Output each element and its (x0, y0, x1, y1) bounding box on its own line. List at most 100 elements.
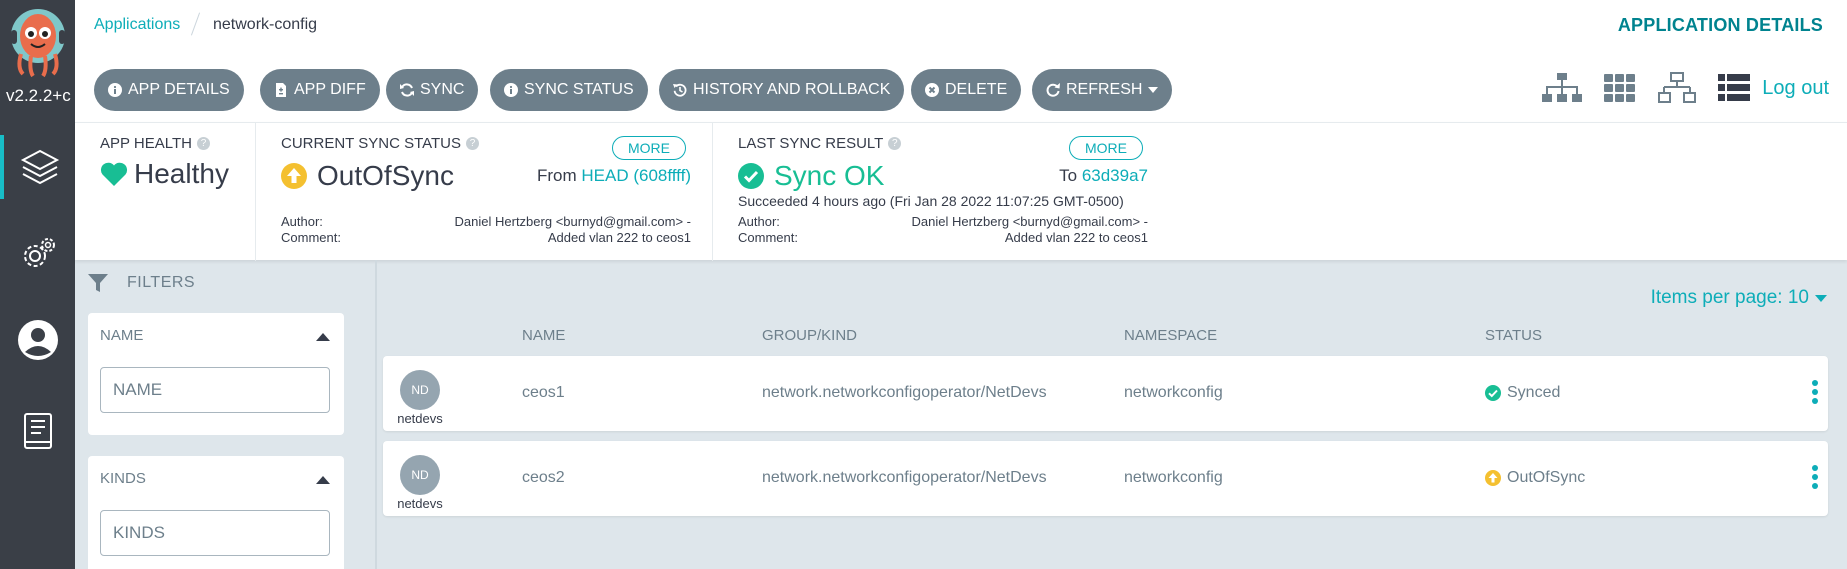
kinds-filter-panel: KINDS (88, 456, 344, 569)
page-title: APPLICATION DETAILS (1617, 15, 1823, 35)
last-sync-label: LAST SYNC RESULT (738, 135, 884, 152)
sync-status-button[interactable]: SYNC STATUS (490, 69, 648, 111)
name-filter-input[interactable] (100, 367, 330, 413)
name-filter-title: NAME (100, 327, 144, 344)
redo-icon (1046, 83, 1060, 97)
last-sync-text: Sync OK (774, 160, 885, 191)
column-header-name: NAME (522, 327, 566, 344)
resource-name: ceos1 (522, 384, 565, 401)
to-revision-link[interactable]: 63d39a7 (1082, 166, 1148, 185)
network-view-button[interactable] (1658, 72, 1697, 104)
tree-view-button[interactable] (1542, 72, 1583, 104)
items-per-page-dropdown[interactable]: Items per page: 10 (1651, 287, 1827, 309)
sidebar-item-user-info[interactable] (0, 308, 75, 372)
version-label: v2.2.2+c (6, 86, 71, 105)
comment-value: Added vlan 222 to ceos1 (1004, 230, 1148, 245)
last-sync-to: To 63d39a7 (1059, 166, 1148, 186)
info-circle-icon (108, 83, 122, 97)
kinds-filter-input[interactable] (100, 510, 330, 556)
column-header-group-kind: GROUP/KIND (762, 327, 858, 344)
filters-header: FILTERS (87, 272, 195, 294)
divider (255, 123, 256, 261)
author-value: Daniel Hertzberg <burnyd@gmail.com> - (911, 214, 1148, 229)
app-health-heading: APP HEALTH ? (100, 135, 229, 152)
history-icon (673, 83, 687, 97)
filters-title: FILTERS (127, 274, 196, 291)
last-sync-section: LAST SYNC RESULT ? MORE Sync OK To 63d39… (738, 135, 1148, 255)
app-details-label: APP DETAILS (128, 81, 230, 98)
resource-name: ceos2 (522, 469, 565, 486)
view-switcher: Log out (1520, 72, 1829, 104)
last-sync-more-button[interactable]: MORE (1069, 136, 1143, 160)
delete-label: DELETE (945, 81, 1008, 98)
resource-kind-label: netdevs (397, 411, 443, 426)
name-filter-panel: NAME (88, 313, 344, 435)
comment-label: Comment: (281, 230, 341, 245)
comment-value: Added vlan 222 to ceos1 (547, 230, 691, 245)
current-sync-from: From HEAD (608ffff) (537, 166, 691, 186)
status-panel: APP HEALTH ? Healthy CURRENT SYNC STATUS… (75, 122, 1847, 261)
column-header-status: STATUS (1485, 327, 1542, 344)
caret-up-icon[interactable] (316, 333, 330, 341)
comment-label: Comment: (738, 230, 798, 245)
app-details-button[interactable]: APP DETAILS (94, 69, 244, 111)
row-menu-button[interactable] (1811, 465, 1819, 493)
author-label: Author: (738, 214, 780, 229)
current-sync-status: OutOfSync (281, 160, 454, 192)
arrow-circle-up-icon (1485, 470, 1501, 486)
argo-logo[interactable] (9, 6, 67, 78)
app-diff-button[interactable]: APP DIFF (260, 69, 380, 111)
resource-status: OutOfSync (1485, 469, 1585, 487)
resource-group-kind: network.networkconfigoperator/NetDevs (762, 469, 1047, 486)
refresh-button[interactable]: REFRESH (1032, 69, 1173, 111)
app-health-label: APP HEALTH (100, 135, 192, 152)
pods-view-button[interactable] (1604, 74, 1636, 102)
caret-up-icon[interactable] (316, 476, 330, 484)
help-icon[interactable]: ? (888, 137, 902, 150)
author-label: Author: (281, 214, 323, 229)
help-icon[interactable]: ? (196, 137, 210, 150)
table-row[interactable]: ND netdevs ceos1 network.networkconfigop… (383, 356, 1828, 431)
resource-status: Synced (1485, 384, 1560, 402)
breadcrumb-current: network-config (213, 16, 318, 33)
top-bar: Applications network-config APPLICATION … (75, 0, 1847, 52)
current-sync-label: CURRENT SYNC STATUS (281, 135, 462, 152)
kinds-filter-title: KINDS (100, 470, 146, 487)
list-icon (1718, 74, 1751, 101)
sidebar-item-settings[interactable] (0, 222, 75, 286)
to-label: To (1059, 166, 1078, 185)
app-health-section: APP HEALTH ? Healthy (100, 135, 229, 190)
help-icon[interactable]: ? (466, 137, 480, 150)
sync-status-label: SYNC STATUS (524, 81, 634, 98)
current-sync-text: OutOfSync (317, 160, 454, 191)
delete-button[interactable]: DELETE (911, 69, 1022, 111)
from-revision-link[interactable]: HEAD (608ffff) (581, 166, 691, 185)
panel-divider (375, 260, 377, 569)
sitemap-icon (1542, 73, 1583, 102)
sidebar: v2.2.2+c (0, 0, 75, 569)
caret-down-icon (1815, 294, 1827, 302)
sync-label: SYNC (420, 81, 465, 98)
list-view-button[interactable] (1718, 74, 1751, 102)
breadcrumb-applications-link[interactable]: Applications (94, 16, 180, 34)
sync-icon (400, 83, 414, 97)
table-row[interactable]: ND netdevs ceos2 network.networkconfigop… (383, 441, 1828, 516)
breadcrumb-separator (190, 12, 201, 36)
sidebar-item-applications[interactable] (0, 135, 75, 199)
heart-icon (100, 162, 128, 186)
sync-button[interactable]: SYNC (386, 69, 479, 111)
succeeded-text: Succeeded 4 hours ago (Fri Jan 28 2022 1… (738, 193, 1124, 209)
row-menu-button[interactable] (1811, 380, 1819, 408)
th-grid-icon (1604, 74, 1636, 102)
arrow-circle-up-icon (281, 163, 307, 189)
author-value: Daniel Hertzberg <burnyd@gmail.com> - (454, 214, 691, 229)
resource-kind-label: netdevs (397, 496, 443, 511)
history-and-rollback-button[interactable]: HISTORY AND ROLLBACK (659, 69, 905, 111)
sidebar-item-documentation[interactable] (0, 399, 75, 463)
logout-link[interactable]: Log out (1762, 77, 1829, 100)
current-sync-more-button[interactable]: MORE (612, 136, 686, 160)
app-diff-label: APP DIFF (294, 81, 366, 98)
resource-status-text: OutOfSync (1507, 469, 1586, 486)
layers-icon (20, 149, 59, 185)
check-circle-icon (738, 163, 764, 189)
